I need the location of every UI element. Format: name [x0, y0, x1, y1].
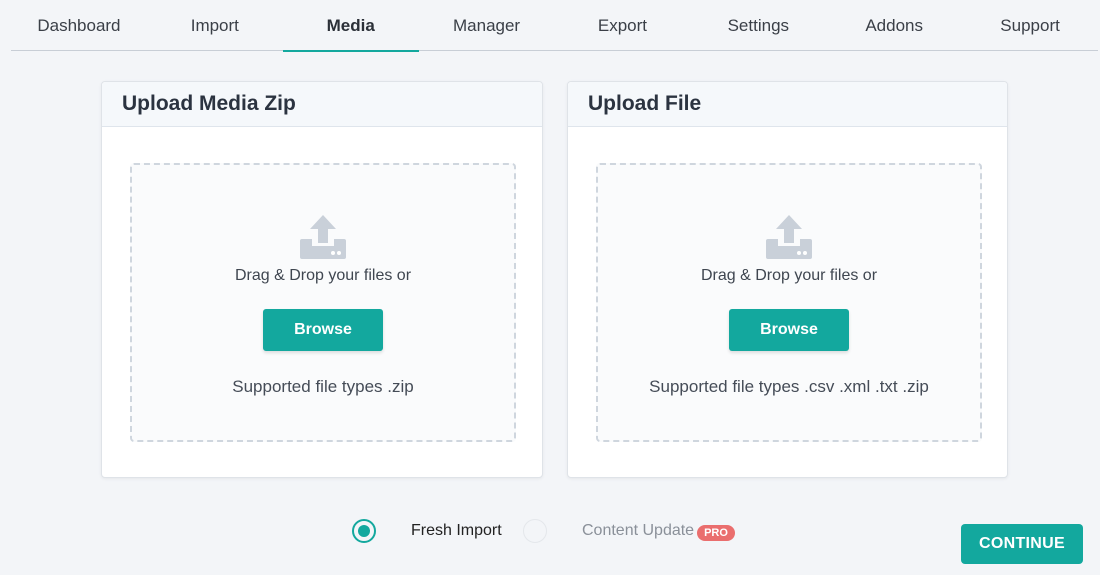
- media-dropzone[interactable]: Drag & Drop your files or Browse Support…: [130, 163, 516, 442]
- continue-button[interactable]: CONTINUE: [961, 524, 1083, 564]
- tab-export[interactable]: Export: [555, 0, 691, 51]
- browse-media-button[interactable]: Browse: [263, 309, 383, 351]
- file-dropzone[interactable]: Drag & Drop your files or Browse Support…: [596, 163, 982, 442]
- tab-support[interactable]: Support: [962, 0, 1098, 51]
- upload-file-card: Upload File Drag & Drop your files or Br…: [567, 81, 1008, 478]
- tab-settings[interactable]: Settings: [690, 0, 826, 51]
- card-title: Upload Media Zip: [102, 82, 542, 127]
- pro-badge: PRO: [697, 525, 735, 541]
- fresh-import-option[interactable]: Fresh Import: [352, 518, 502, 544]
- fresh-import-label[interactable]: Fresh Import: [411, 522, 502, 540]
- card-title: Upload File: [568, 82, 1007, 127]
- content-update-label[interactable]: Content Update: [582, 522, 694, 540]
- supported-file-types: Supported file types .zip: [232, 377, 414, 396]
- drag-drop-text: Drag & Drop your files or: [234, 267, 412, 284]
- tab-dashboard[interactable]: Dashboard: [11, 0, 147, 51]
- upload-media-zip-card: Upload Media Zip Drag & Drop your files …: [101, 81, 543, 478]
- fresh-import-radio[interactable]: [352, 519, 376, 543]
- tab-media[interactable]: Media: [282, 0, 419, 52]
- upload-icon: [300, 215, 346, 259]
- supported-file-types: Supported file types .csv .xml .txt .zip: [649, 377, 929, 396]
- tab-addons[interactable]: Addons: [826, 0, 962, 51]
- browse-file-button[interactable]: Browse: [729, 309, 849, 351]
- drag-drop-text: Drag & Drop your files or: [700, 267, 878, 284]
- content-update-option[interactable]: Content Update PRO: [523, 518, 735, 544]
- content-update-radio[interactable]: [523, 519, 547, 543]
- tab-import[interactable]: Import: [147, 0, 283, 51]
- tab-manager[interactable]: Manager: [419, 0, 555, 51]
- main-tab-bar: Dashboard Import Media Manager Export Se…: [11, 0, 1098, 52]
- upload-icon: [766, 215, 812, 259]
